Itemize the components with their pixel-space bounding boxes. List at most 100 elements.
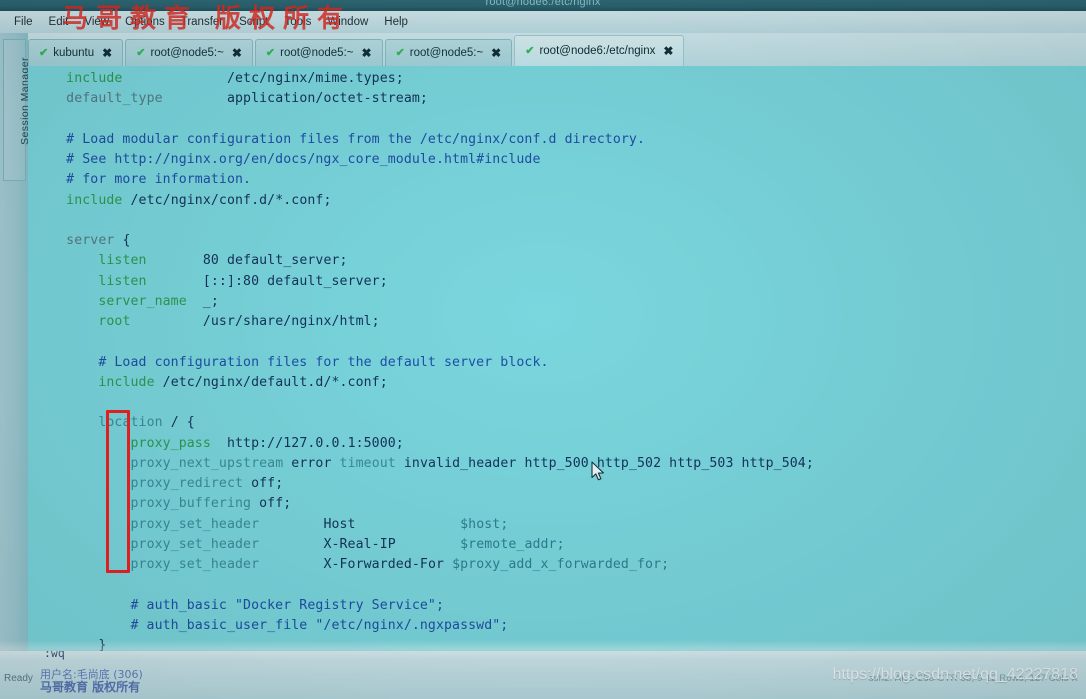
code-token: $host; xyxy=(460,516,509,532)
menu-item-script[interactable]: Script xyxy=(231,15,276,29)
terminal-line: proxy_set_header X-Forwarded-For $proxy_… xyxy=(34,555,1086,575)
code-token: listen xyxy=(98,253,147,269)
code-token: $remote_addr; xyxy=(460,536,565,552)
code-token: proxy_set_header xyxy=(130,557,260,572)
check-icon: ✔ xyxy=(136,46,146,59)
menu-item-help[interactable]: Help xyxy=(376,15,416,29)
code-token: timeout xyxy=(331,455,396,471)
check-icon: ✔ xyxy=(39,46,49,59)
code-token: off; xyxy=(251,496,292,512)
code-token: # auth_basic_user_file "/etc/nginx/.ngxp… xyxy=(34,617,509,633)
terminal-line: proxy_redirect off; xyxy=(34,474,1086,494)
close-icon[interactable]: ✖ xyxy=(362,47,372,59)
menubar: File Edit View Options Transfer Script Tools Wi… xyxy=(0,11,1086,33)
terminal-line: listen [::]:80 default_server; xyxy=(34,272,1086,292)
code-token: # Load configuration files for the defau… xyxy=(34,354,549,370)
code-token: # Load modular configuration files from … xyxy=(34,131,646,147)
terminal-tab[interactable]: ✔ root@node5:~ ✖ xyxy=(125,39,253,66)
terminal-line: # for more information. xyxy=(34,170,1086,190)
code-token: include xyxy=(66,192,123,208)
tab-label: root@node6:/etc/nginx xyxy=(539,45,656,57)
terminal-tab[interactable]: ✔ root@node5:~ ✖ xyxy=(254,39,383,66)
menu-item-file[interactable]: File xyxy=(6,15,41,29)
tab-label: root@node5:~ xyxy=(409,47,484,59)
tab-label: kubuntu xyxy=(53,47,95,59)
code-token: proxy_next_upstream xyxy=(130,455,284,471)
menu-item-options[interactable]: Options xyxy=(117,15,173,29)
code-token: proxy_buffering xyxy=(130,496,252,512)
code-token: /usr/share/nginx/html; xyxy=(130,314,380,329)
code-token: # See http://nginx.org/en/docs/ngx_core_… xyxy=(34,152,541,167)
code-token: default_type xyxy=(66,91,163,107)
menu-item-edit[interactable]: Edit xyxy=(41,15,77,29)
connection-info-label: ssh2: AES-256-CTR 33, 9 12 Rows, 127 Col… xyxy=(868,673,1078,684)
terminal-view[interactable]: include /etc/nginx/mime.types; default_t… xyxy=(28,66,1086,651)
code-token: proxy_pass xyxy=(130,435,211,451)
terminal-line: proxy_pass http://127.0.0.1:5000; xyxy=(34,434,1086,454)
code-token: proxy_set_header xyxy=(130,516,260,532)
tab-label: root@node5:~ xyxy=(280,47,354,59)
terminal-line: include /etc/nginx/mime.types; xyxy=(34,69,1086,89)
terminal-line: proxy_next_upstream error timeout invali… xyxy=(34,454,1086,474)
menu-item-window[interactable]: Window xyxy=(319,15,376,29)
terminal-line: proxy_set_header Host $host; xyxy=(34,515,1086,535)
tab-strip: ✔ kubuntu ✖ ✔ root@node5:~ ✖ ✔ root@node5:~ ✖ ✔ ro… xyxy=(28,33,1086,66)
close-icon[interactable]: ✖ xyxy=(663,45,673,57)
close-icon[interactable]: ✖ xyxy=(102,47,112,59)
close-icon[interactable]: ✖ xyxy=(232,47,242,59)
terminal-tab[interactable]: ✔ root@node5:~ ✖ xyxy=(384,39,513,66)
code-token: Host xyxy=(259,516,461,532)
terminal-line: root /usr/share/nginx/html; xyxy=(34,312,1086,332)
terminal-line: proxy_buffering off; xyxy=(34,494,1086,514)
check-icon: ✔ xyxy=(265,46,276,59)
status-bar: :wq Ready ssh2: AES-256-CTR 33, 9 12 Row… xyxy=(0,651,1086,699)
code-token: server xyxy=(66,233,115,248)
red-annotation-rectangle xyxy=(106,410,130,573)
terminal-line: listen 80 default_server; xyxy=(34,251,1086,271)
vim-command-line: :wq xyxy=(44,651,65,660)
terminal-line: # Load configuration files for the defau… xyxy=(34,353,1086,373)
close-icon[interactable]: ✖ xyxy=(491,47,501,59)
code-token: server_name xyxy=(98,293,187,309)
terminal-line: } xyxy=(34,636,1086,651)
code-token: default_server; xyxy=(226,253,348,269)
code-token: listen xyxy=(98,273,147,289)
code-token: include xyxy=(98,374,155,390)
code-token: / { xyxy=(162,415,195,431)
window-titlebar[interactable]: root@node6:/etc/nginx xyxy=(0,0,1086,11)
code-token: { xyxy=(114,233,131,248)
code-token: } xyxy=(34,638,107,651)
menu-item-transfer[interactable]: Transfer xyxy=(173,15,231,29)
code-token: include xyxy=(66,71,123,86)
code-token: # for more information. xyxy=(34,172,252,188)
code-token: X-Forwarded-For xyxy=(259,557,453,572)
session-manager-sidebar[interactable]: Session Manager xyxy=(0,33,29,671)
menu-item-view[interactable]: View xyxy=(76,15,117,29)
code-token: http://127.0.0.1:5000; xyxy=(210,435,404,451)
terminal-tab-active[interactable]: ✔ root@node6:/etc/nginx ✖ xyxy=(514,35,685,66)
code-token: # auth_basic "Docker Registry Service"; xyxy=(34,597,445,613)
terminal-tab[interactable]: ✔ kubuntu ✖ xyxy=(28,39,124,66)
code-token: application/octet-stream; xyxy=(162,91,428,107)
code-token: off; xyxy=(243,476,284,491)
code-token: [::]:80 default_server; xyxy=(146,273,388,289)
terminal-line: # Load modular configuration files from … xyxy=(34,130,1086,150)
code-token: /etc/nginx/mime.types; xyxy=(122,71,404,86)
menu-item-tools[interactable]: Tools xyxy=(277,15,320,29)
terminal-line: # auth_basic "Docker Registry Service"; xyxy=(34,596,1086,616)
code-token: _; xyxy=(186,293,219,309)
terminal-text-area: include /etc/nginx/mime.types; default_t… xyxy=(28,66,1086,651)
terminal-line: include /etc/nginx/conf.d/*.conf; xyxy=(34,191,1086,211)
